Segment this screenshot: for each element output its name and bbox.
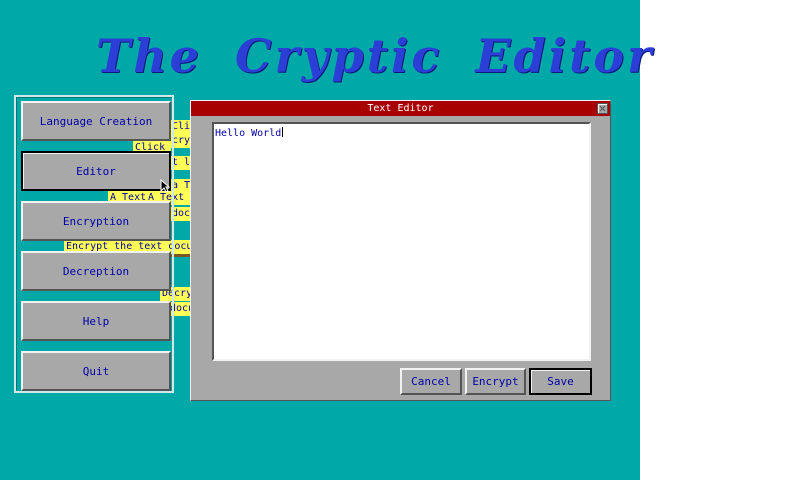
editor-text: Hello World: [215, 128, 282, 139]
help-button[interactable]: Help: [21, 301, 171, 341]
main-menu: Language Creation Editor Encryption Decr…: [14, 95, 174, 393]
decreption-button[interactable]: Decreption: [21, 251, 171, 291]
window-title-bar[interactable]: Text Editor: [191, 101, 610, 116]
app-title: The Cryptic Editor: [96, 29, 655, 83]
mouse-pointer-icon: [160, 179, 170, 193]
text-editor-window: Text Editor Hello World Cancel Encrypt S…: [190, 100, 611, 401]
close-icon[interactable]: [597, 103, 608, 114]
editor-button[interactable]: Editor: [21, 151, 171, 191]
save-button[interactable]: Save: [529, 368, 592, 395]
desktop: The Cryptic Editor Clic cry Click t la a…: [0, 0, 655, 480]
window-title: Text Editor: [367, 103, 434, 114]
encryption-button[interactable]: Encryption: [21, 201, 171, 241]
editor-text-area[interactable]: Hello World: [212, 122, 591, 361]
cancel-button[interactable]: Cancel: [400, 368, 462, 395]
encrypt-button[interactable]: Encrypt: [465, 368, 526, 395]
text-caret: [282, 127, 284, 137]
quit-button[interactable]: Quit: [21, 351, 171, 391]
language-creation-button[interactable]: Language Creation: [21, 101, 171, 141]
